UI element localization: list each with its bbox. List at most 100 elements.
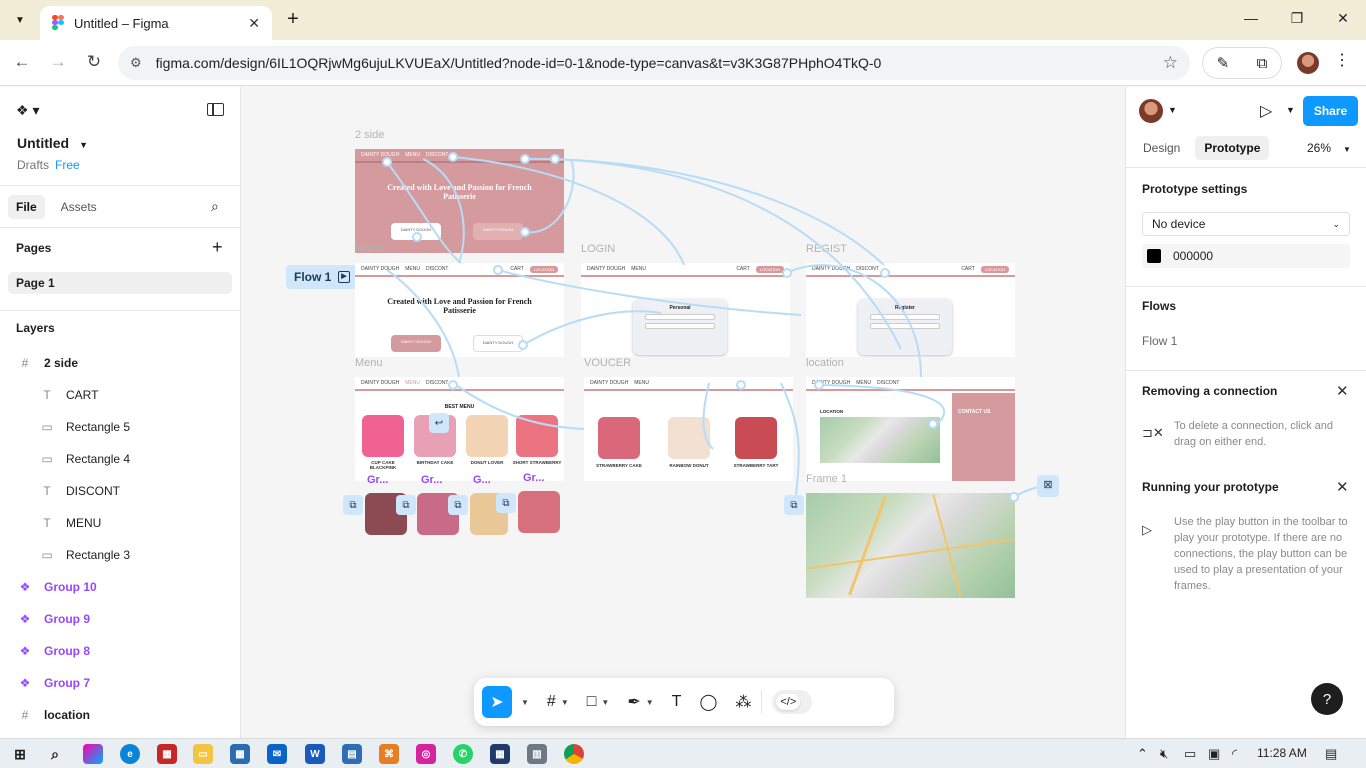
connector[interactable]	[497, 269, 802, 316]
pen-tool-icon[interactable]: ✒ ▼	[627, 686, 653, 718]
present-play-icon[interactable]: ▷	[1260, 101, 1272, 121]
search-icon[interactable]: ⌕	[45, 744, 65, 764]
chevron-down-icon[interactable]: ▼	[1168, 105, 1177, 115]
store-icon[interactable]: ▦	[230, 744, 250, 764]
volume-muted-icon[interactable]: 🔇︎	[1160, 746, 1168, 762]
text-tool-icon[interactable]: T	[672, 686, 682, 718]
close-tab-icon[interactable]: ✕	[248, 15, 260, 32]
connection-icon[interactable]: ⧉	[784, 495, 804, 515]
layer-item[interactable]: ▭ Rectangle 3	[0, 539, 240, 571]
color-swatch[interactable]	[1147, 249, 1161, 263]
puzzle-extension-icon[interactable]: ⧉	[1257, 55, 1268, 72]
connection-icon[interactable]: ⧉	[448, 495, 468, 515]
connector[interactable]	[554, 158, 902, 350]
frame-tool-icon[interactable]: # ▼	[547, 686, 569, 718]
reload-icon[interactable]: ↻	[83, 52, 105, 72]
connector[interactable]	[452, 382, 585, 430]
connector-handle[interactable]	[448, 380, 458, 390]
notifications-icon[interactable]: ▤	[1325, 746, 1337, 762]
back-icon[interactable]: ←	[11, 52, 33, 72]
bookmark-star-icon[interactable]: ☆	[1163, 53, 1178, 73]
display-icon[interactable]: ▣	[1208, 746, 1220, 762]
back-action-icon[interactable]: ↩	[429, 413, 449, 433]
layer-item[interactable]: ❖ Group 8	[0, 635, 240, 667]
new-tab-icon[interactable]: +	[282, 8, 304, 31]
move-tool-icon[interactable]: ➤	[482, 686, 512, 718]
connection-icon[interactable]: ⧉	[396, 495, 416, 515]
connector-handle[interactable]	[412, 232, 422, 242]
wifi-icon[interactable]: ◜	[1232, 746, 1237, 762]
user-avatar[interactable]	[1139, 99, 1163, 123]
search-icon[interactable]: ⌕	[211, 198, 219, 215]
minimize-icon[interactable]: —	[1228, 10, 1274, 26]
tab-prototype[interactable]: Prototype	[1195, 136, 1270, 160]
file-title[interactable]: Untitled ▼	[17, 135, 88, 151]
connector-handle[interactable]	[520, 154, 530, 164]
connector-handle[interactable]	[880, 268, 890, 278]
close-window-icon[interactable]: ✕	[1320, 10, 1366, 27]
url-field[interactable]: ⚙ figma.com/design/6IL1OQRjwMg6ujuLKVUEa…	[118, 46, 1190, 80]
actions-tool-icon[interactable]: ⁂	[735, 686, 751, 718]
layer-item[interactable]: ❖ Group 7	[0, 667, 240, 699]
page-item[interactable]: Page 1	[8, 272, 232, 294]
layer-item[interactable]: T MENU	[0, 507, 240, 539]
connection-icon[interactable]: ⧉	[343, 495, 363, 515]
connector[interactable]	[818, 384, 945, 428]
layer-item[interactable]: T CART	[0, 379, 240, 411]
clock[interactable]: 11:28 AM	[1257, 746, 1307, 760]
layer-item[interactable]: T DISCONT	[0, 475, 240, 507]
restore-icon[interactable]: ❐	[1274, 10, 1320, 27]
shape-tool-icon[interactable]: □ ▼	[587, 686, 610, 718]
windows-start-icon[interactable]: ⊞	[10, 744, 30, 764]
connection-icon[interactable]: ⧉	[496, 493, 516, 513]
toggle-sidebar-icon[interactable]	[207, 103, 224, 116]
copilot-icon[interactable]	[83, 744, 103, 764]
zoom-control[interactable]: 26% ▼	[1307, 141, 1351, 155]
share-button[interactable]: Share	[1303, 96, 1358, 126]
connector-handle[interactable]	[520, 227, 530, 237]
connector[interactable]	[702, 382, 714, 450]
word-icon[interactable]: W	[305, 744, 325, 764]
pen-extension-icon[interactable]: ✎	[1217, 54, 1230, 72]
chrome-icon[interactable]	[564, 744, 584, 764]
battery-icon[interactable]: ▭	[1184, 746, 1196, 762]
device-select[interactable]: No device ⌄	[1142, 212, 1350, 236]
app-icon[interactable]: ▥	[527, 744, 547, 764]
tab-assets[interactable]: Assets	[53, 195, 105, 219]
layer-item[interactable]: ▭ Rectangle 5	[0, 411, 240, 443]
connector[interactable]	[386, 161, 462, 264]
figma-menu-icon[interactable]: ❖ ▾	[16, 102, 39, 119]
connector-handle[interactable]	[550, 154, 560, 164]
app-icon[interactable]: ▦	[490, 744, 510, 764]
connector[interactable]	[522, 310, 662, 346]
edge-icon[interactable]: e	[120, 744, 140, 764]
layer-item[interactable]: ❖ Group 10	[0, 571, 240, 603]
help-button[interactable]: ?	[1311, 683, 1343, 715]
dev-mode-toggle[interactable]: </>	[772, 690, 813, 714]
connector-handle[interactable]	[1009, 492, 1019, 502]
app-icon[interactable]: ⌘	[379, 744, 399, 764]
tab-file[interactable]: File	[8, 195, 45, 219]
connector[interactable]	[786, 264, 922, 378]
connector[interactable]	[452, 156, 685, 266]
mail-icon[interactable]: ✉	[267, 744, 287, 764]
layer-item[interactable]: #2 side	[0, 347, 240, 379]
connector[interactable]	[780, 382, 800, 496]
site-info-icon[interactable]: ⚙	[130, 55, 142, 71]
app-icon[interactable]: ▦	[157, 744, 177, 764]
connector[interactable]	[524, 157, 885, 266]
file-explorer-icon[interactable]: ▭	[193, 744, 213, 764]
connector-handle[interactable]	[928, 419, 938, 429]
connector-handle[interactable]	[736, 380, 746, 390]
connector[interactable]	[422, 158, 465, 264]
close-icon[interactable]: ✕	[1336, 382, 1349, 400]
close-overlay-icon[interactable]: ⊠	[1037, 475, 1059, 497]
instagram-icon[interactable]: ◎	[416, 744, 436, 764]
browser-tab[interactable]: Untitled – Figma ✕	[40, 6, 272, 40]
whatsapp-icon[interactable]: ✆	[453, 744, 473, 764]
add-page-icon[interactable]: +	[212, 237, 223, 258]
tab-design[interactable]: Design	[1134, 136, 1189, 160]
chevron-down-icon[interactable]: ▼	[1286, 105, 1295, 115]
connector-handle[interactable]	[448, 152, 458, 162]
connector-handle[interactable]	[814, 380, 824, 390]
